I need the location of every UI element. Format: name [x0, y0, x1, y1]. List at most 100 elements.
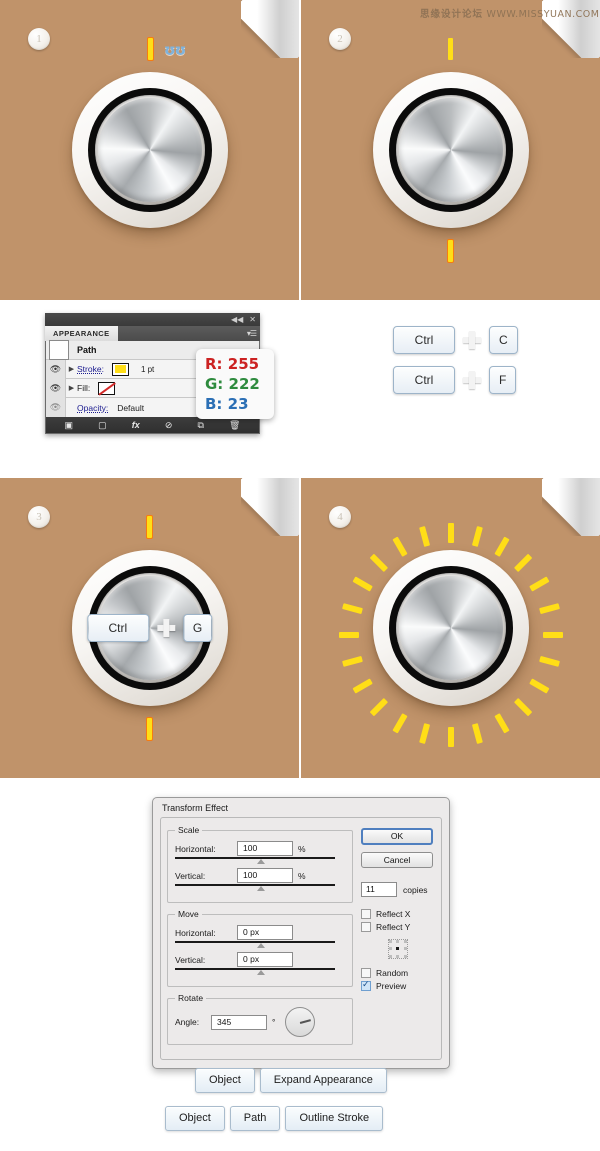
menu-path-button[interactable]: Path — [229, 1106, 281, 1131]
menu-expand-appearance-button[interactable]: Expand Appearance — [259, 1068, 387, 1093]
anchor-dot-ml[interactable] — [388, 947, 392, 950]
move-vertical-slider[interactable] — [175, 968, 345, 977]
visibility-toggle-stroke[interactable]: 👁 — [46, 359, 66, 379]
panel-menu-icon[interactable]: ▾☰ — [247, 329, 257, 338]
reflect-y-checkbox[interactable] — [360, 922, 371, 932]
reflect-x-label: Reflect X — [375, 909, 411, 919]
collapse-icon[interactable]: ◀◀ — [231, 315, 243, 324]
expand-arrow-icon[interactable]: ▶ — [66, 365, 77, 373]
stroke-weight-value[interactable]: 1 pt — [141, 365, 154, 374]
slider-thumb-icon[interactable] — [256, 859, 265, 864]
scale-horizontal-slider[interactable] — [175, 857, 345, 866]
dialog-right-column: OK Cancel 11 copies Reflect X Reflect Y — [360, 825, 435, 1051]
radial-tick — [471, 723, 483, 744]
reflect-y-label: Reflect Y — [375, 922, 411, 932]
add-new-fill-icon[interactable]: ▢ — [98, 420, 107, 430]
clear-appearance-icon[interactable]: ⊘ — [165, 420, 173, 430]
fill-color-swatch[interactable] — [98, 381, 116, 395]
menu-outline-stroke-button[interactable]: Outline Stroke — [285, 1106, 384, 1131]
ok-button[interactable]: OK — [360, 828, 433, 845]
stroke-swatch-fill — [114, 365, 126, 373]
expand-arrow-icon[interactable]: ▶ — [66, 384, 77, 392]
reflect-x-checkbox[interactable] — [360, 909, 371, 919]
key-ctrl[interactable]: Ctrl — [393, 366, 455, 394]
add-new-stroke-icon[interactable]: ▣ — [65, 420, 74, 430]
tab-appearance[interactable]: APPEARANCE — [45, 326, 118, 341]
object-thumbnail — [49, 340, 69, 360]
plus-icon — [156, 619, 175, 637]
scale-horizontal-input[interactable]: 100 — [237, 841, 293, 856]
white-band-2: Transform Effect Scale Horizontal: 100 %… — [0, 778, 600, 1151]
stroke-color-swatch[interactable] — [111, 362, 129, 376]
fill-label[interactable]: Fill: — [77, 383, 94, 393]
key-g[interactable]: G — [182, 614, 213, 642]
knob-illustration-1 — [71, 72, 228, 228]
menu-object-button[interactable]: Object — [195, 1068, 255, 1093]
yellow-tick-bottom — [448, 240, 453, 262]
duplicate-item-icon[interactable]: ⧉ — [197, 420, 203, 430]
preview-checkbox-row[interactable]: Preview — [360, 979, 435, 991]
plus-icon — [463, 331, 481, 349]
radial-tick — [538, 603, 560, 615]
move-vertical-input[interactable]: 0 px — [237, 952, 293, 967]
opacity-label[interactable]: Opacity: — [77, 403, 112, 413]
key-ctrl[interactable]: Ctrl — [86, 614, 149, 642]
copies-input[interactable]: 11 — [360, 882, 397, 897]
anchor-dot-center[interactable] — [395, 947, 399, 950]
reflect-y-checkbox-row[interactable]: Reflect Y — [360, 922, 435, 932]
yellow-tick-bottom — [147, 718, 152, 740]
random-checkbox-row[interactable]: Random — [360, 968, 435, 978]
radial-tick — [542, 632, 563, 638]
stroke-label[interactable]: Stroke: — [77, 364, 108, 374]
anchor-dot-tl[interactable] — [388, 940, 392, 943]
menu-object-button[interactable]: Object — [165, 1106, 225, 1131]
anchor-dot-tr[interactable] — [403, 940, 407, 943]
none-swatch-icon — [99, 382, 115, 394]
cancel-button[interactable]: Cancel — [360, 852, 433, 868]
step-panel-2: 2 — [301, 0, 600, 300]
opacity-value: Default — [117, 402, 145, 413]
shortcut-ctrl-f: Ctrl F — [393, 366, 518, 394]
close-icon[interactable]: ✕ — [249, 315, 256, 324]
step-badge-1: 1 — [28, 28, 50, 50]
visibility-toggle-fill[interactable]: 👁 — [46, 378, 66, 398]
slider-thumb-icon[interactable] — [256, 970, 265, 975]
dialog-left-column: Scale Horizontal: 100 % Vertical: 100 % — [167, 825, 353, 1051]
anchor-dot-br[interactable] — [403, 955, 407, 958]
key-f[interactable]: F — [489, 366, 517, 394]
radial-tick — [538, 655, 560, 667]
radial-tick — [493, 713, 510, 734]
transform-effect-dialog[interactable]: Transform Effect Scale Horizontal: 100 %… — [152, 797, 450, 1069]
slider-thumb-icon[interactable] — [256, 943, 265, 948]
scale-vertical-slider[interactable] — [175, 884, 345, 893]
scale-vertical-unit: % — [298, 870, 306, 881]
delete-item-icon[interactable]: 🗑 — [229, 420, 240, 430]
random-checkbox[interactable] — [360, 968, 371, 978]
step-badge-3: 3 — [28, 506, 50, 528]
anchor-dot-tc[interactable] — [395, 940, 399, 943]
step-badge-4: 4 — [329, 506, 351, 528]
scale-vertical-input[interactable]: 100 — [237, 868, 293, 883]
move-horizontal-input[interactable]: 0 px — [237, 925, 293, 940]
move-horizontal-field: Horizontal: 0 px — [175, 925, 345, 940]
anchor-dot-mr[interactable] — [403, 947, 407, 950]
anchor-dot-bl[interactable] — [388, 955, 392, 958]
visibility-toggle-opacity[interactable]: 👁 — [46, 398, 66, 417]
key-c[interactable]: C — [489, 326, 518, 354]
reflect-x-checkbox-row[interactable]: Reflect X — [360, 909, 435, 919]
move-horizontal-slider[interactable] — [175, 941, 345, 950]
rotate-dial-control[interactable] — [285, 1007, 316, 1037]
slider-thumb-icon[interactable] — [256, 886, 265, 891]
transform-anchor-point-grid[interactable] — [387, 939, 408, 959]
appearance-panel-tabbar: APPEARANCE ▾☰ — [45, 326, 260, 341]
rotate-angle-unit: ° — [272, 1017, 276, 1027]
move-legend: Move — [178, 909, 199, 919]
anchor-dot-bc[interactable] — [395, 955, 399, 958]
preview-checkbox[interactable] — [360, 979, 371, 991]
rotate-angle-input[interactable]: 345 — [211, 1014, 267, 1030]
key-ctrl[interactable]: Ctrl — [393, 326, 455, 354]
rgb-blue-label: B: — [205, 395, 223, 413]
move-vertical-label: Vertical: — [175, 954, 206, 965]
add-new-effect-icon[interactable]: fx — [132, 420, 140, 430]
knob-brushed-metal-face — [398, 98, 503, 202]
